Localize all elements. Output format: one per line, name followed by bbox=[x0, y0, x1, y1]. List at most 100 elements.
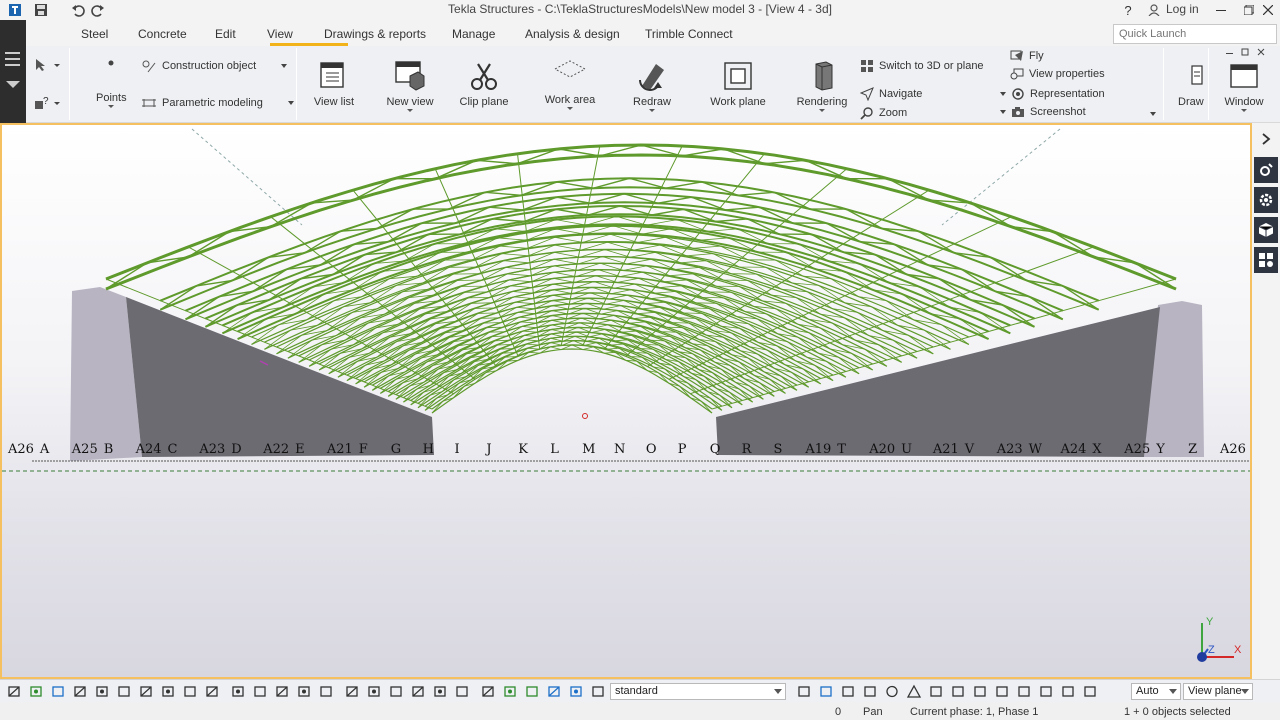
grid-snap-icon[interactable] bbox=[796, 684, 812, 699]
draw-button[interactable]: Draw bbox=[1174, 60, 1206, 108]
select-help-icon[interactable]: ? bbox=[34, 96, 60, 110]
select-all-icon[interactable] bbox=[6, 684, 22, 699]
truss-top-chord[interactable] bbox=[346, 292, 834, 376]
work-area-button[interactable]: Work area bbox=[538, 58, 602, 110]
select-arrow-icon[interactable] bbox=[34, 58, 60, 72]
minimize-button[interactable] bbox=[1206, 0, 1236, 20]
components-panel-button[interactable] bbox=[1254, 217, 1278, 243]
construction-object-button[interactable]: Construction object bbox=[141, 59, 288, 73]
truss-top-chord[interactable] bbox=[337, 286, 847, 373]
truss-top-chord[interactable] bbox=[159, 177, 1100, 302]
zoom-button[interactable]: Zoom bbox=[860, 106, 907, 120]
rectangle-select-icon[interactable] bbox=[252, 684, 268, 699]
plane-select[interactable]: View plane bbox=[1183, 683, 1253, 700]
view-list-button[interactable]: View list bbox=[310, 60, 358, 108]
select-assembly-icon[interactable] bbox=[138, 684, 154, 699]
truss-top-chord[interactable] bbox=[355, 297, 821, 380]
chevron-down-icon[interactable] bbox=[5, 80, 21, 90]
snap-center-icon[interactable] bbox=[546, 684, 562, 699]
truss-bottom-chord[interactable] bbox=[105, 153, 1177, 291]
tab-analysis-design[interactable]: Analysis & design bbox=[525, 27, 620, 41]
select-line-icon[interactable] bbox=[116, 684, 132, 699]
scissors-icon[interactable] bbox=[230, 684, 246, 699]
rendering-button[interactable]: Rendering bbox=[792, 60, 852, 112]
snap-triangle-icon[interactable] bbox=[906, 684, 922, 699]
snap-ibeam-icon[interactable] bbox=[1016, 684, 1032, 699]
select-component-icon[interactable] bbox=[72, 684, 88, 699]
tab-view[interactable]: View bbox=[267, 27, 293, 41]
clip-plane-button[interactable]: Clip plane bbox=[456, 60, 512, 108]
snap-line-icon[interactable] bbox=[296, 684, 312, 699]
points-button[interactable]: Points bbox=[96, 58, 127, 108]
move-select-icon[interactable] bbox=[274, 684, 290, 699]
snap-curve-icon[interactable] bbox=[344, 684, 360, 699]
snap-frame-icon[interactable] bbox=[1082, 684, 1098, 699]
axis-x-label: X bbox=[1234, 644, 1242, 656]
settings-panel-button[interactable] bbox=[1254, 187, 1278, 213]
tab-edit[interactable]: Edit bbox=[215, 27, 236, 41]
fly-button[interactable]: Fly bbox=[1010, 50, 1044, 62]
snap-arc-icon[interactable] bbox=[480, 684, 496, 699]
pointer-snap-icon[interactable] bbox=[818, 684, 834, 699]
model-scene[interactable]: A26 A A25 B A24 C A23 D A22 E A21 F G H I J K L M N O P Q R S A19… bbox=[2, 125, 1250, 677]
screenshot-button[interactable]: Screenshot bbox=[1000, 106, 1086, 118]
snap-mode-select[interactable]: Auto bbox=[1131, 683, 1181, 700]
snap-arrow-icon[interactable] bbox=[1038, 684, 1054, 699]
select-grid-icon[interactable] bbox=[160, 684, 176, 699]
navigate-button[interactable]: Navigate bbox=[860, 87, 922, 101]
redraw-button[interactable]: Redraw bbox=[624, 60, 680, 112]
ribbon-group-expand-icon[interactable] bbox=[1150, 112, 1156, 116]
truss-bottom-chord[interactable] bbox=[185, 201, 1064, 321]
new-view-button[interactable]: New view bbox=[383, 60, 437, 112]
help-button[interactable]: ? bbox=[1116, 0, 1140, 20]
model-view-3d[interactable]: A26 A A25 B A24 C A23 D A22 E A21 F G H I J K L M N O P Q R S A19… bbox=[0, 123, 1252, 679]
snap-end-icon[interactable] bbox=[318, 684, 334, 699]
snap-layer-icon[interactable] bbox=[366, 684, 382, 699]
snap-focus-icon[interactable] bbox=[568, 684, 584, 699]
snap-chevron-icon[interactable] bbox=[994, 684, 1010, 699]
select-cut-icon[interactable] bbox=[182, 684, 198, 699]
quick-launch-input[interactable] bbox=[1113, 24, 1277, 44]
applications-panel-button[interactable] bbox=[1254, 247, 1278, 273]
snap-corner-icon[interactable] bbox=[950, 684, 966, 699]
snap-cross-icon[interactable] bbox=[928, 684, 944, 699]
chevron-right-icon[interactable] bbox=[1260, 133, 1272, 145]
snap-bracket-icon[interactable] bbox=[410, 684, 426, 699]
properties-panel-button[interactable] bbox=[1254, 157, 1278, 183]
work-plane-button[interactable]: Work plane bbox=[706, 60, 770, 108]
user-icon[interactable] bbox=[1144, 0, 1164, 20]
snap-mid-icon[interactable] bbox=[432, 684, 448, 699]
truss-bottom-chord[interactable] bbox=[431, 348, 713, 414]
snap-x-icon[interactable] bbox=[972, 684, 988, 699]
tab-trimble-connect[interactable]: Trimble Connect bbox=[645, 27, 733, 41]
representation-button[interactable]: Representation bbox=[1000, 87, 1105, 101]
login-link[interactable]: Log in bbox=[1166, 2, 1199, 16]
snap-box-icon[interactable] bbox=[840, 684, 856, 699]
snap-circle-icon[interactable] bbox=[884, 684, 900, 699]
snap-square-icon[interactable] bbox=[862, 684, 878, 699]
parametric-modeling-button[interactable]: Parametric modeling bbox=[141, 97, 294, 109]
close-button[interactable] bbox=[1256, 0, 1280, 20]
truss-bottom-chord[interactable] bbox=[424, 344, 723, 411]
snap-search-icon[interactable] bbox=[590, 684, 606, 699]
tab-manage[interactable]: Manage bbox=[452, 27, 495, 41]
tab-drawings-reports[interactable]: Drawings & reports bbox=[324, 27, 426, 41]
snap-diag-icon[interactable] bbox=[388, 684, 404, 699]
window-button[interactable]: Window bbox=[1216, 60, 1272, 112]
snap-up-icon[interactable] bbox=[524, 684, 540, 699]
truss-top-chord[interactable] bbox=[328, 280, 860, 369]
select-point-icon[interactable] bbox=[204, 684, 220, 699]
switch-3d-plane-button[interactable]: Switch to 3D or plane bbox=[860, 59, 984, 73]
selection-filter-select[interactable]: standard bbox=[610, 683, 786, 700]
tab-steel[interactable]: Steel bbox=[81, 27, 108, 41]
select-part-icon[interactable] bbox=[28, 684, 44, 699]
snap-int-icon[interactable] bbox=[454, 684, 470, 699]
snap-fill-icon[interactable] bbox=[1060, 684, 1076, 699]
select-surface-icon[interactable] bbox=[50, 684, 66, 699]
view-properties-button[interactable]: View properties bbox=[1010, 68, 1105, 80]
snap-green-icon[interactable] bbox=[502, 684, 518, 699]
side-menu-strip[interactable] bbox=[0, 20, 26, 123]
status-phase[interactable]: Current phase: 1, Phase 1 bbox=[910, 706, 1038, 718]
select-object-icon[interactable] bbox=[94, 684, 110, 699]
tab-concrete[interactable]: Concrete bbox=[138, 27, 187, 41]
